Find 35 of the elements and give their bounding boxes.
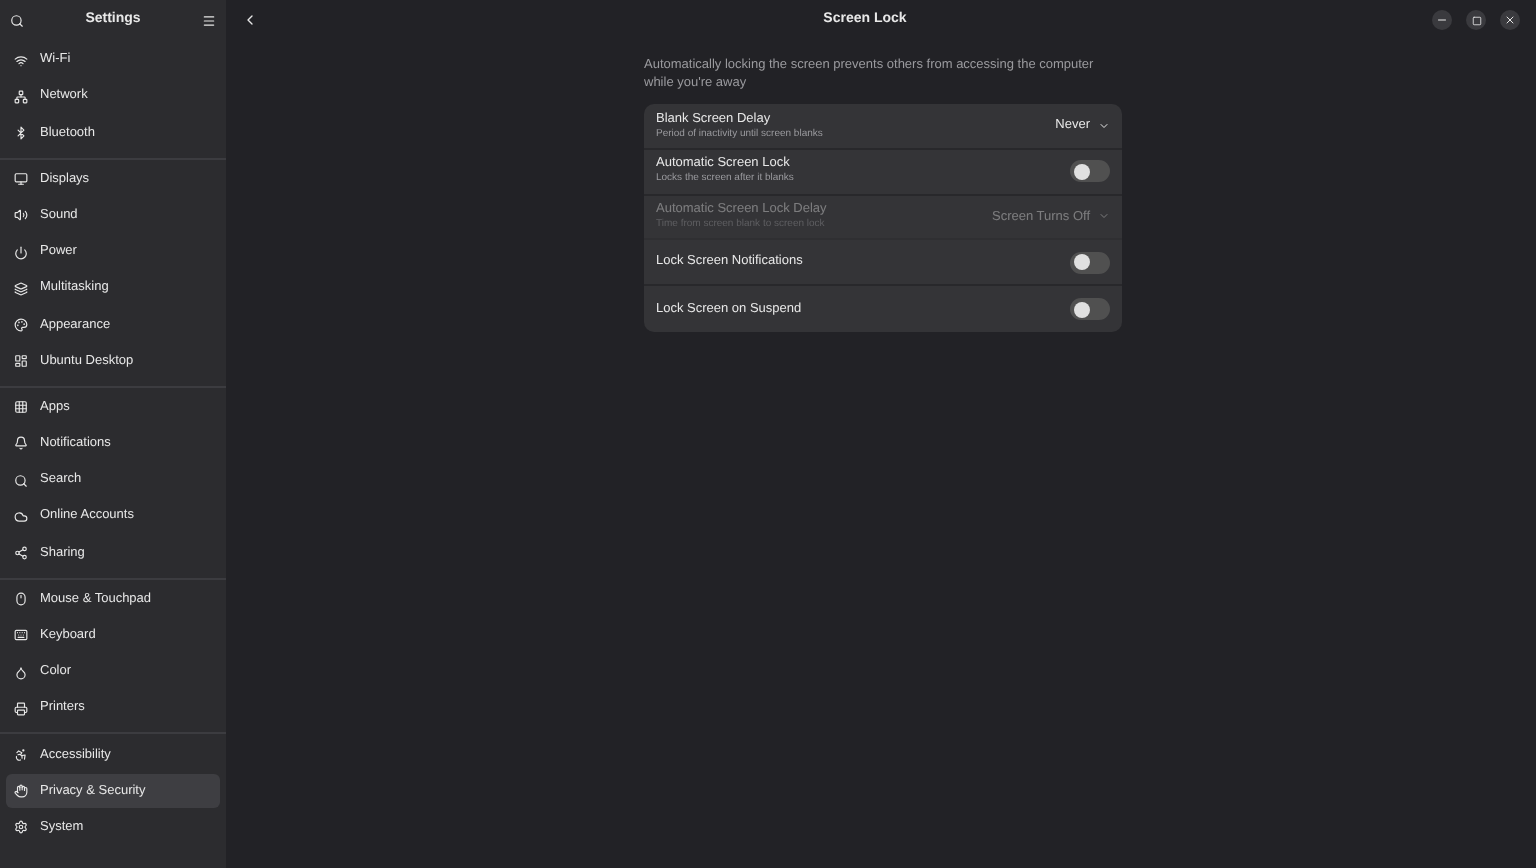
layers-icon: [14, 281, 28, 296]
chevron-icon: [1098, 210, 1110, 223]
hand-icon: [14, 784, 28, 799]
close-icon: [1504, 14, 1516, 26]
droplet-icon: [14, 665, 28, 680]
power-icon: [14, 245, 28, 260]
monitor-icon: [14, 172, 28, 187]
network-icon: [14, 89, 28, 104]
minimize-icon: [1436, 14, 1448, 26]
maximize-icon: [1471, 15, 1481, 25]
bell-icon: [14, 436, 28, 451]
bluetooth-icon: [14, 125, 28, 140]
dashboard-icon: [14, 354, 28, 369]
chevron-icon: [1098, 119, 1110, 132]
menu-icon[interactable]: [202, 13, 216, 27]
cloud-icon: [14, 509, 28, 524]
gear-icon: [14, 820, 28, 835]
maximize-button[interactable]: [1466, 10, 1486, 30]
printer-icon: [14, 701, 28, 716]
back-icon[interactable]: [242, 12, 258, 28]
accessibility-icon: [14, 747, 28, 762]
toggle-switch[interactable]: [1070, 298, 1110, 321]
palette-icon: [14, 317, 28, 332]
wifi-icon: [14, 53, 28, 68]
search-icon[interactable]: [10, 13, 24, 27]
grid-icon: [14, 400, 28, 415]
toggle-switch[interactable]: [1070, 160, 1110, 183]
speaker-icon: [14, 208, 28, 223]
keyboard-icon: [14, 628, 28, 643]
close-button[interactable]: [1500, 10, 1520, 30]
share-icon: [14, 546, 28, 561]
search-icon: [14, 473, 28, 488]
minimize-button[interactable]: [1432, 10, 1452, 30]
toggle-switch[interactable]: [1070, 251, 1110, 274]
mouse-icon: [14, 592, 28, 607]
